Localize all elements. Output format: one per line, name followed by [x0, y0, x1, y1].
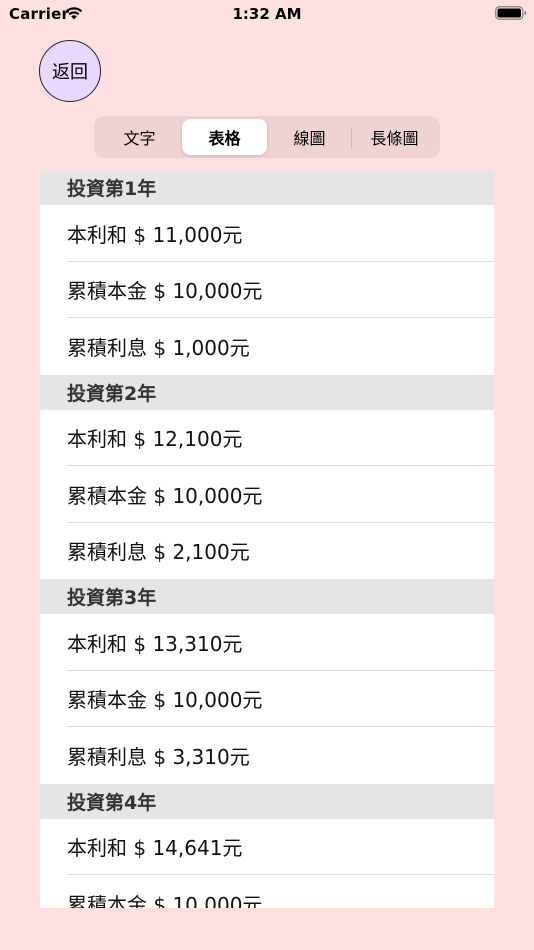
investment-table[interactable]: 投資第1年 本利和 $ 11,000元 累積本金 $ 10,000元 累積利息 … [40, 170, 494, 908]
segment-table-label: 表格 [208, 129, 241, 148]
table-row[interactable]: 累積利息 $ 3,310元 [40, 727, 494, 784]
segment-line-chart[interactable]: 線圖 [267, 119, 352, 155]
section-header: 投資第1年 [40, 170, 494, 205]
section-header: 投資第4年 [40, 783, 494, 819]
table-row[interactable]: 累積利息 $ 2,100元 [40, 522, 494, 579]
segment-line-chart-label: 線圖 [293, 129, 326, 148]
table-row[interactable]: 累積本金 $ 10,000元 [40, 875, 494, 908]
table-row[interactable]: 本利和 $ 13,310元 [40, 614, 494, 671]
table-row[interactable]: 累積本金 $ 10,000元 [40, 670, 494, 727]
segment-table[interactable]: 表格 [182, 119, 267, 155]
battery-icon [495, 6, 527, 20]
section-header: 投資第2年 [40, 374, 494, 410]
screen: Carrier 1:32 AM 返回 文字 表格 線圖 長條圖 投資第1年 本利… [0, 0, 534, 950]
status-bar: Carrier 1:32 AM [0, 0, 534, 28]
view-mode-segmented-control: 文字 表格 線圖 長條圖 [94, 116, 440, 158]
table-row[interactable]: 本利和 $ 14,641元 [40, 818, 494, 875]
table-row[interactable]: 累積利息 $ 1,000元 [40, 318, 494, 375]
segment-bar-chart-label: 長條圖 [370, 129, 419, 148]
segment-text-label: 文字 [123, 129, 156, 148]
section-header: 投資第3年 [40, 579, 494, 614]
table-row[interactable]: 本利和 $ 12,100元 [40, 409, 494, 466]
segment-bar-chart[interactable]: 長條圖 [352, 119, 437, 155]
segment-text[interactable]: 文字 [97, 119, 182, 155]
table-row[interactable]: 本利和 $ 11,000元 [40, 205, 494, 262]
status-time: 1:32 AM [232, 5, 302, 23]
table-row[interactable]: 累積本金 $ 10,000元 [40, 466, 494, 523]
back-button[interactable]: 返回 [39, 40, 101, 102]
table-row[interactable]: 累積本金 $ 10,000元 [40, 261, 494, 318]
back-button-label: 返回 [52, 62, 88, 83]
